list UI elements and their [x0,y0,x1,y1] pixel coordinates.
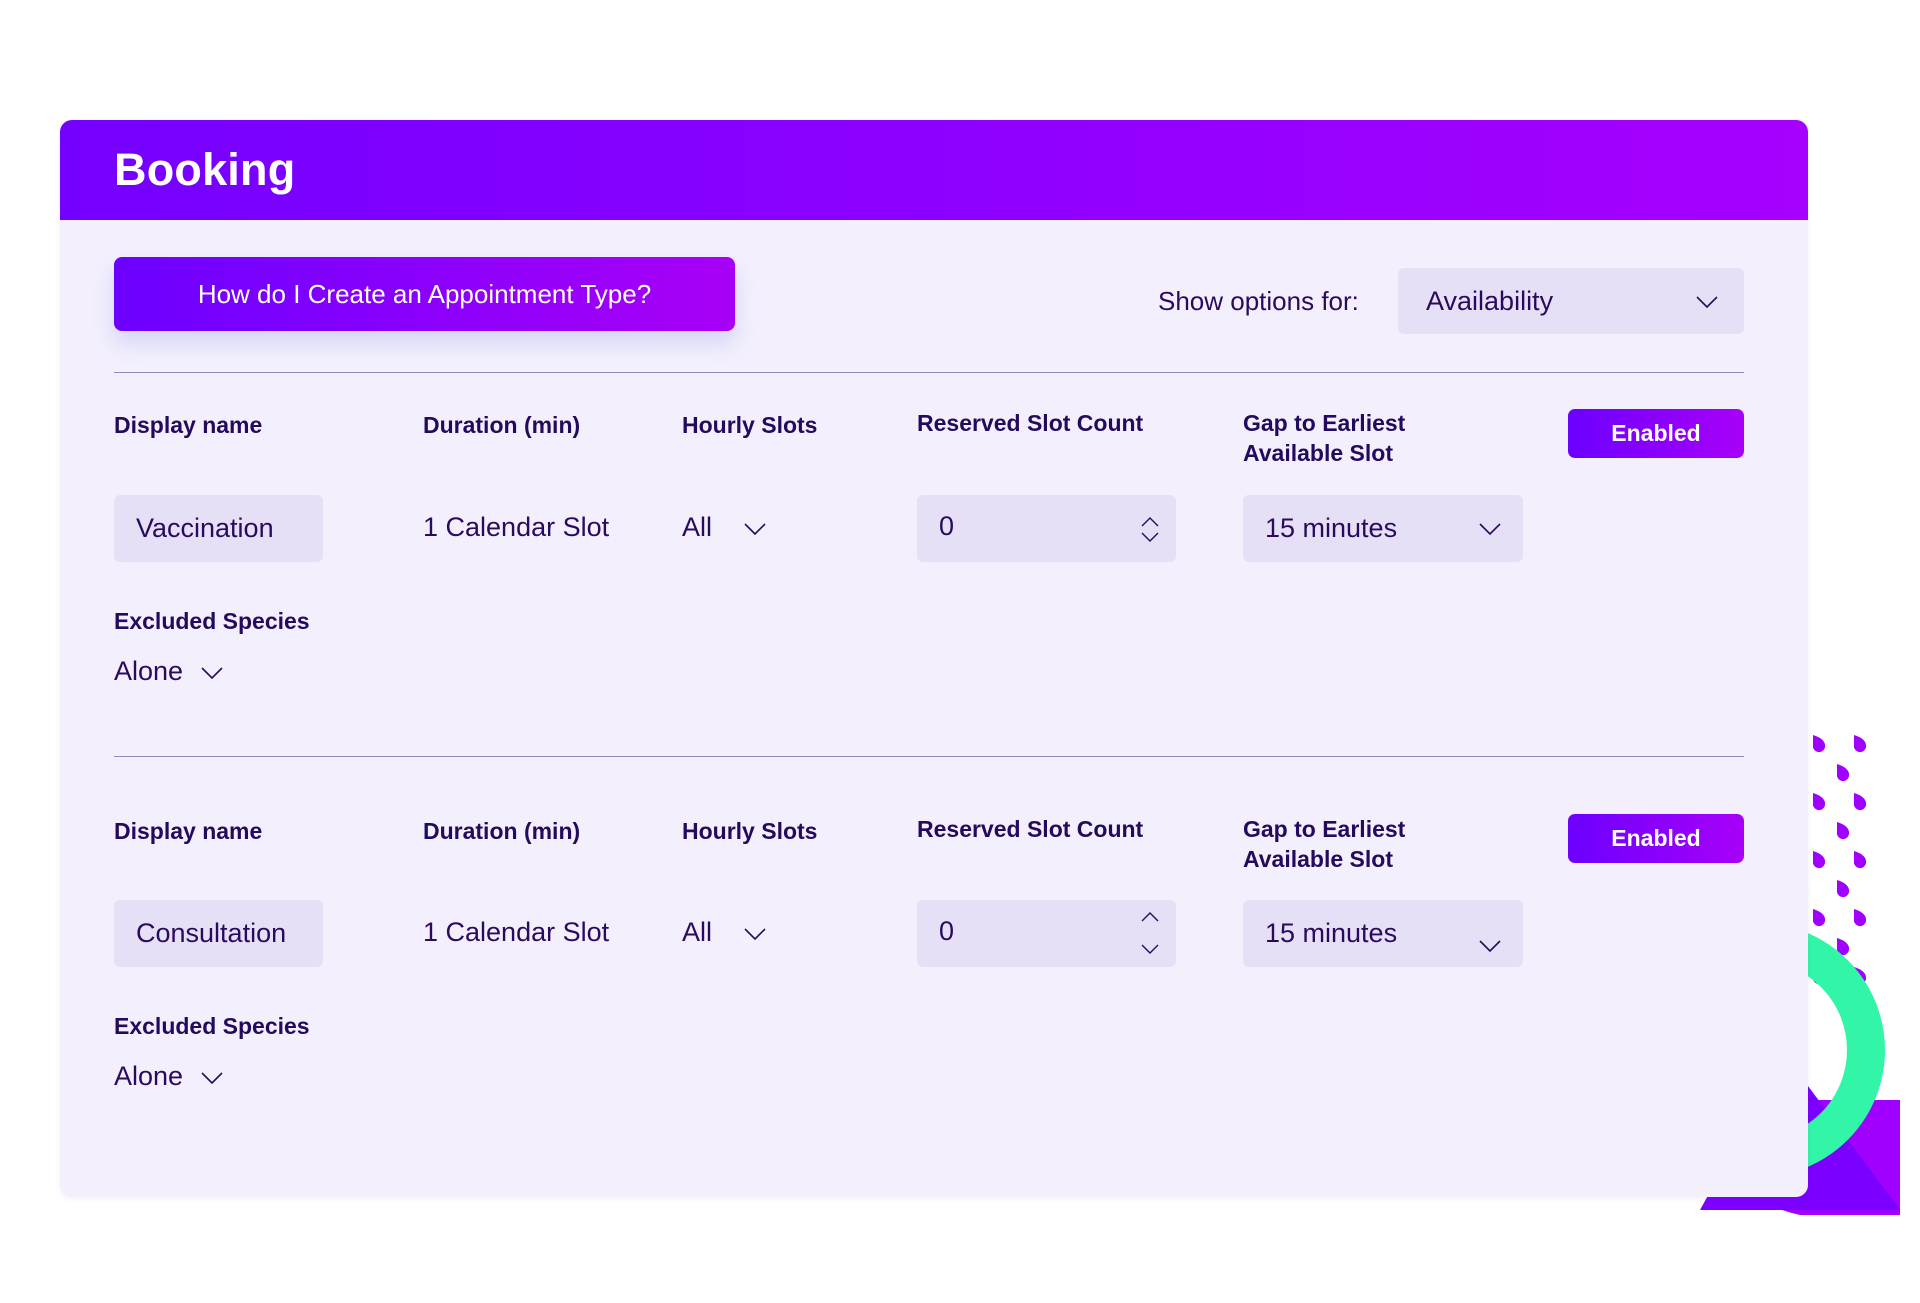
droplet-shape [1836,996,1850,1014]
droplet-shape [1812,967,1826,985]
gap-label: Gap to Earliest Available Slot [1243,814,1405,874]
decrement-chevron-down-icon[interactable] [1141,944,1159,954]
page-title: Booking [114,144,296,195]
reserved-slot-count-label: Reserved Slot Count [917,410,1144,436]
show-options-label: Show options for: [1158,286,1359,316]
excluded-species-label: Excluded Species [114,608,310,634]
duration-label: Duration (min) [423,412,581,438]
gap-value: 15 minutes [1265,513,1398,543]
hourly-slots-value: All [682,512,713,542]
enabled-toggle-button[interactable]: Enabled [1568,814,1744,863]
chevron-down-icon [201,666,223,679]
increment-chevron-up-icon[interactable] [1141,912,1159,922]
chevron-down-icon [744,927,766,940]
gap-value: 15 minutes [1265,918,1398,948]
duration-value: 1 Calendar Slot [423,917,610,947]
gap-label-line-2: Available Slot [1243,846,1393,872]
chevron-down-icon [744,522,766,535]
divider [114,372,1744,373]
panel-header: Booking [60,120,1808,220]
gap-select[interactable]: 15 minutes [1243,495,1523,562]
droplet-shape [1836,822,1850,840]
droplet-shape [1836,764,1850,782]
reserved-slot-count-label: Reserved Slot Count [917,816,1144,842]
excluded-species-label: Excluded Species [114,1013,310,1039]
display-name-input[interactable] [114,900,323,967]
excluded-species-value: Alone [114,656,184,686]
divider [114,756,1744,757]
droplet-shape [1812,909,1826,927]
droplet-shape [1836,880,1850,898]
hourly-slots-select[interactable]: All [682,917,766,948]
gap-select[interactable]: 15 minutes [1243,900,1523,967]
droplet-shape [1853,967,1867,985]
display-name-label: Display name [114,818,263,844]
gap-label-line-2: Available Slot [1243,440,1393,466]
gap-label-line-1: Gap to Earliest [1243,410,1406,436]
chevron-down-icon [1696,296,1718,308]
excluded-species-select[interactable]: Alone [114,1061,223,1092]
reserved-slot-count-stepper[interactable]: 0 [917,495,1176,562]
chevron-down-icon [201,1071,223,1084]
duration-value: 1 Calendar Slot [423,512,610,542]
droplet-shape [1812,851,1826,869]
increment-chevron-up-icon[interactable] [1141,517,1159,527]
gap-label-line-1: Gap to Earliest [1243,816,1406,842]
excluded-species-select[interactable]: Alone [114,656,223,687]
display-name-label: Display name [114,412,263,438]
droplet-shape [1853,793,1867,811]
hourly-slots-label: Hourly Slots [682,818,818,844]
enabled-toggle-button[interactable]: Enabled [1568,409,1744,458]
decrement-chevron-down-icon[interactable] [1141,532,1159,542]
chevron-down-icon [1479,940,1501,952]
hourly-slots-value: All [682,917,713,947]
reserved-slot-count-value: 0 [939,511,955,541]
hourly-slots-label: Hourly Slots [682,412,818,438]
droplet-shape [1853,909,1867,927]
hourly-slots-select[interactable]: All [682,512,766,543]
droplet-shape [1853,735,1867,753]
droplet-shape [1812,793,1826,811]
excluded-species-value: Alone [114,1061,184,1091]
duration-label: Duration (min) [423,818,581,844]
droplet-shape [1836,938,1850,956]
reserved-slot-count-stepper[interactable]: 0 [917,900,1176,967]
droplet-shape [1812,735,1826,753]
display-name-input[interactable] [114,495,323,562]
reserved-slot-count-value: 0 [939,916,955,946]
droplet-shape [1853,851,1867,869]
booking-panel: Booking How do I Create an Appointment T… [60,120,1808,1197]
gap-label: Gap to Earliest Available Slot [1243,408,1405,468]
show-options-select[interactable]: Availability [1398,268,1744,334]
show-options-value: Availability [1426,285,1554,316]
howto-create-appointment-type-button[interactable]: How do I Create an Appointment Type? [114,257,735,331]
chevron-down-icon [1479,523,1501,535]
